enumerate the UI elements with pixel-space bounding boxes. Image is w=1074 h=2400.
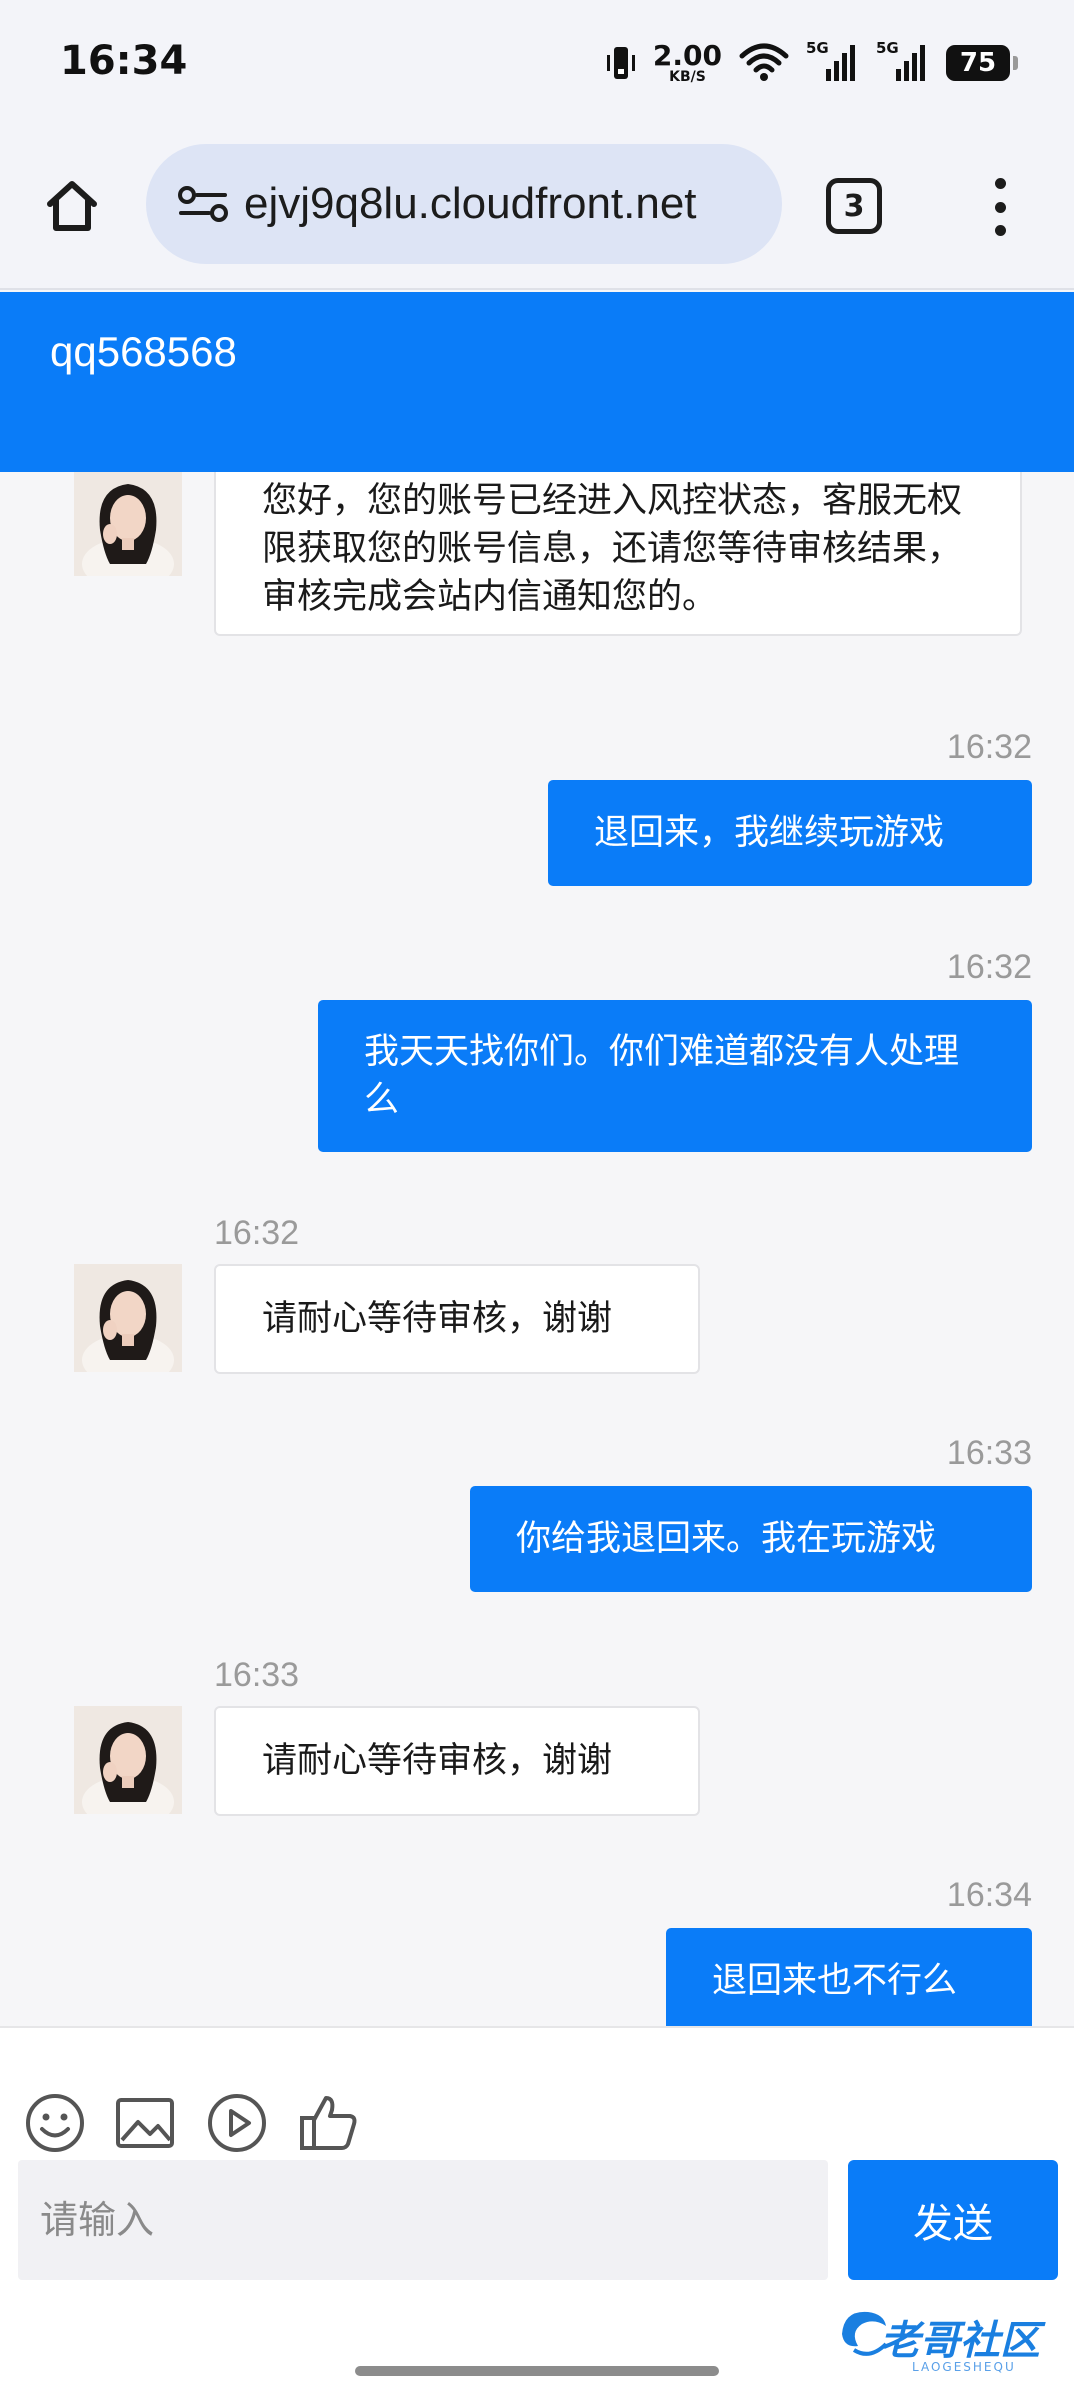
message-time: 16:32 — [946, 728, 1032, 766]
tab-switcher-button[interactable]: 3 — [826, 178, 882, 234]
send-button[interactable]: 发送 — [848, 2160, 1058, 2280]
message-bubble-outgoing: 退回来也不行么 — [666, 1928, 1032, 2026]
browser-toolbar: ejvj9q8lu.cloudfront.net 3 — [0, 130, 1074, 290]
message-time: 16:33 — [946, 1434, 1032, 1472]
battery-indicator: 75 — [946, 45, 1018, 81]
status-time: 16:34 — [60, 38, 188, 84]
wifi-icon — [738, 40, 790, 86]
watermark-text: 老哥社区 — [880, 2318, 1040, 2364]
site-settings-icon[interactable] — [168, 174, 238, 234]
emoji-icon[interactable] — [24, 2092, 86, 2154]
gesture-home-bar[interactable] — [355, 2366, 719, 2376]
message-time: 16:32 — [946, 948, 1032, 986]
message-bubble-outgoing: 退回来，我继续玩游戏 — [548, 780, 1032, 886]
avatar — [74, 1706, 182, 1814]
message-bubble-incoming: 请耐心等待审核，谢谢 — [214, 1706, 700, 1816]
avatar — [74, 1264, 182, 1372]
chat-title: qq568568 — [50, 328, 237, 375]
chat-header: qq568568 — [0, 292, 1074, 472]
more-menu-icon[interactable] — [976, 172, 1024, 242]
avatar — [74, 472, 182, 576]
address-bar[interactable]: ejvj9q8lu.cloudfront.net — [146, 144, 782, 264]
message-time: 16:33 — [214, 1656, 300, 1694]
image-icon[interactable] — [114, 2092, 176, 2154]
message-bubble-incoming: 请耐心等待审核，谢谢 — [214, 1264, 700, 1374]
message-time: 16:32 — [214, 1214, 300, 1252]
message-bubble-outgoing: 我天天找你们。你们难道都没有人处理么 — [318, 1000, 1032, 1152]
message-input[interactable] — [18, 2160, 828, 2280]
vibrate-icon — [605, 43, 637, 83]
message-time: 16:34 — [946, 1876, 1032, 1914]
thumbs-up-icon[interactable] — [298, 2092, 360, 2154]
message-list[interactable]: 您好，您的账号已经进入风控状态，客服无权限获取您的账号信息，还请您等待审核结果，… — [0, 472, 1074, 2026]
watermark-subtext: LAOGESHEQU — [912, 2360, 1016, 2374]
network-speed: 2.00 KB/S — [652, 39, 722, 85]
url-text: ejvj9q8lu.cloudfront.net — [244, 179, 697, 228]
message-bubble-incoming: 您好，您的账号已经进入风控状态，客服无权限获取您的账号信息，还请您等待审核结果，… — [214, 472, 1022, 636]
message-bubble-outgoing: 你给我退回来。我在玩游戏 — [470, 1486, 1032, 1592]
status-bar: 16:34 2.00 KB/S 5G 5G 75 — [0, 0, 1074, 130]
screen: 16:34 2.00 KB/S 5G 5G 75 ejvj9q8lu.cloud… — [0, 0, 1074, 2400]
signal-5g-icon-1: 5G — [806, 39, 860, 85]
signal-5g-icon-2: 5G — [876, 39, 930, 85]
signal-tag-1: 5G — [806, 39, 829, 57]
network-speed-unit: KB/S — [669, 69, 706, 85]
watermark-logo: 老哥社区 LAOGESHEQU — [834, 2304, 1058, 2376]
home-icon — [47, 181, 97, 231]
network-speed-value: 2.00 — [652, 39, 722, 72]
signal-tag-2: 5G — [876, 39, 899, 57]
home-button[interactable] — [36, 170, 108, 242]
video-icon[interactable] — [206, 2092, 268, 2154]
composer: 发送 老哥社区 LAOGESHEQU — [0, 2026, 1074, 2400]
status-icons: 2.00 KB/S 5G 5G 75 — [605, 38, 1018, 88]
